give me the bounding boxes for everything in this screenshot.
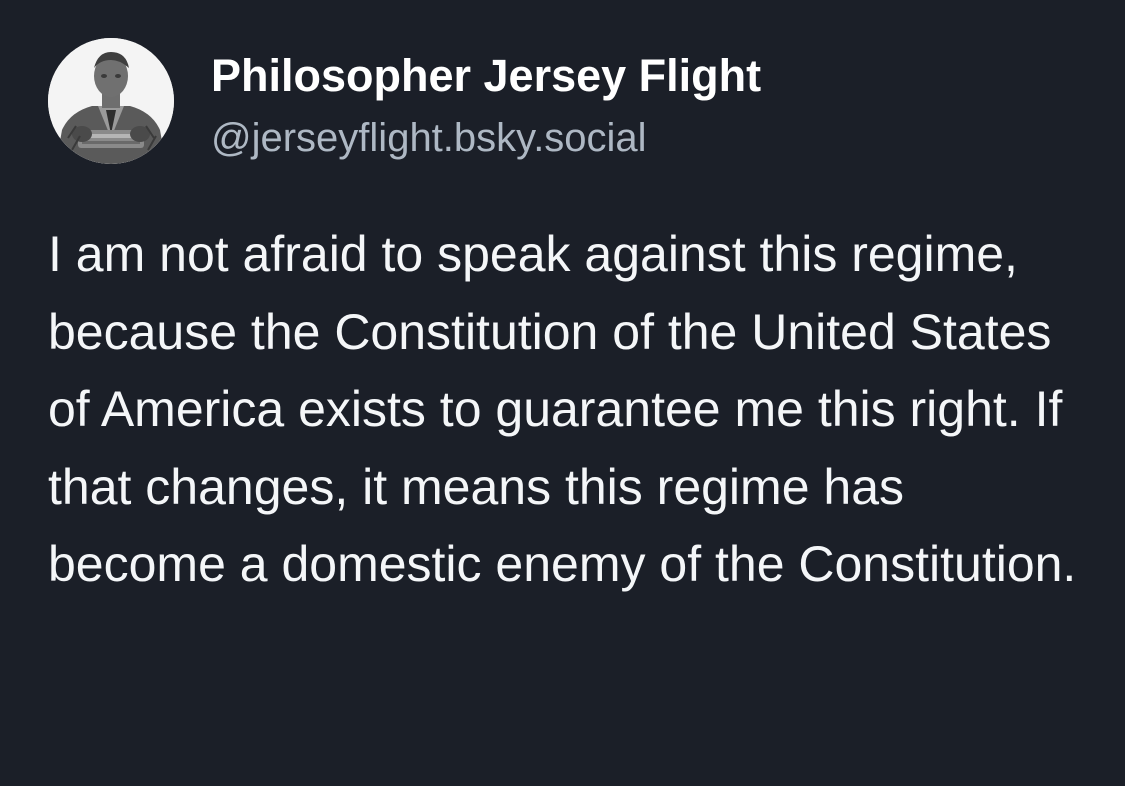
post-text: I am not afraid to speak against this re… bbox=[48, 226, 1077, 592]
avatar[interactable] bbox=[48, 38, 174, 164]
post-card: Philosopher Jersey Flight @jerseyflight.… bbox=[0, 0, 1125, 786]
author-handle[interactable]: @jerseyflight.bsky.social bbox=[211, 110, 647, 166]
statue-portrait-icon bbox=[48, 38, 174, 164]
author-display-name[interactable]: Philosopher Jersey Flight bbox=[211, 46, 761, 106]
